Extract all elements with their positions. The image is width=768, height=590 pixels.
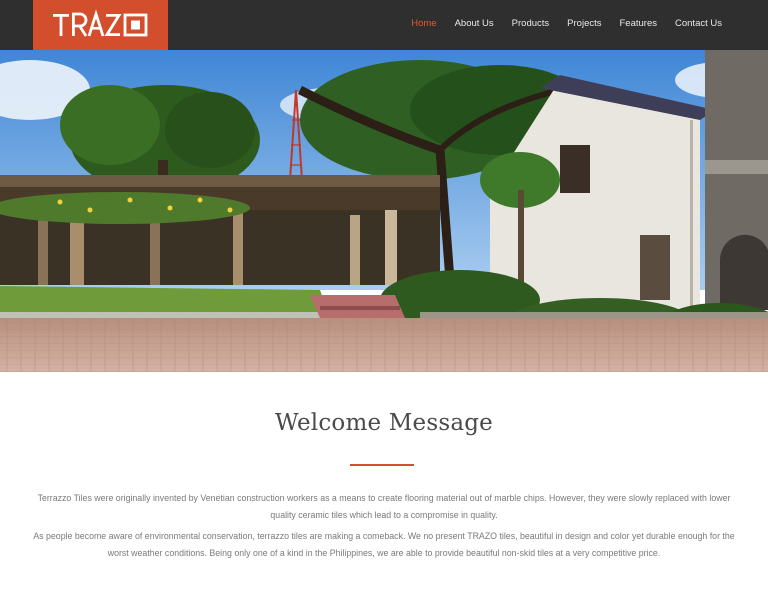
nav-contact-us[interactable]: Contact Us [675, 18, 722, 29]
main-nav: Home About Us Products Projects Features… [393, 0, 722, 46]
nav-about-us[interactable]: About Us [455, 18, 494, 29]
nav-projects[interactable]: Projects [567, 18, 601, 29]
title-divider [350, 464, 414, 466]
welcome-section: Welcome Message Terrazzo Tiles were orig… [0, 372, 768, 590]
trazo-logo[interactable] [33, 0, 168, 50]
welcome-title: Welcome Message [274, 410, 493, 436]
courtyard-illustration [0, 50, 768, 372]
nav-home[interactable]: Home [411, 18, 436, 29]
top-navbar: Home About Us Products Projects Features… [0, 0, 768, 50]
nav-products[interactable]: Products [512, 18, 550, 29]
hero-image [0, 50, 768, 372]
welcome-paragraph-2: As people become aware of environmental … [33, 531, 735, 558]
nav-features[interactable]: Features [620, 18, 658, 29]
welcome-paragraph-1: Terrazzo Tiles were originally invented … [37, 493, 731, 520]
logo-wordmark-icon [52, 10, 147, 37]
